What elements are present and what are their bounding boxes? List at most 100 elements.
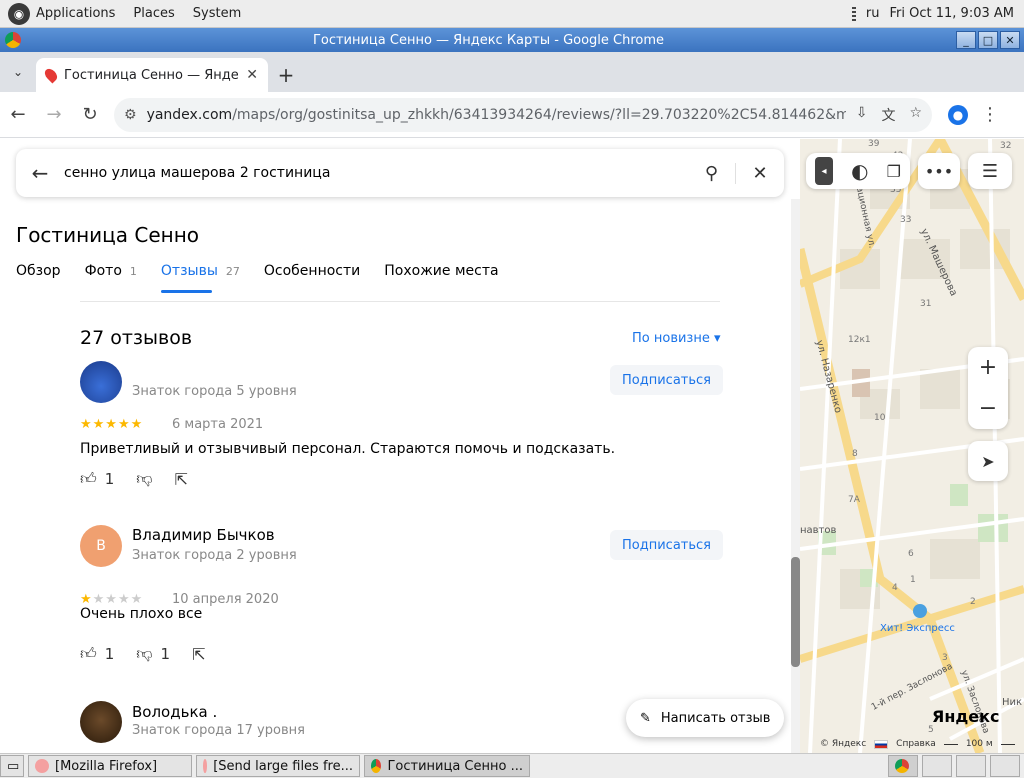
tab-search-chevron-icon[interactable]: ⌄	[0, 54, 36, 90]
tab-features[interactable]: Особенности	[264, 263, 360, 293]
write-review-button[interactable]: ✎ Написать отзыв	[626, 699, 785, 737]
house-number: 3	[942, 653, 948, 663]
map-help-link[interactable]: Справка	[896, 739, 936, 749]
translate-icon[interactable]: 文	[881, 105, 895, 125]
tab-label: Обзор	[16, 263, 61, 279]
reviewer-name[interactable]: Владимир Бычков	[132, 526, 275, 544]
review-item: Знаток города 5 уровня Подписаться ★★★★★…	[80, 361, 723, 495]
gnome-logo-icon[interactable]: ◉	[8, 2, 30, 25]
workspace-1[interactable]	[888, 755, 918, 777]
tab-count: 1	[129, 265, 137, 278]
avatar[interactable]	[80, 701, 122, 743]
dislike-count: 1	[160, 645, 171, 663]
like-count: 1	[104, 645, 115, 663]
reload-button[interactable]: ↻	[72, 97, 108, 133]
close-window-button[interactable]: ✕	[1000, 31, 1020, 49]
house-number: 2	[970, 597, 976, 607]
subscribe-button[interactable]: Подписаться	[610, 530, 723, 560]
collapse-panel-icon[interactable]: ◂	[815, 157, 834, 185]
maximize-button[interactable]: □	[978, 31, 998, 49]
subscribe-button[interactable]: Подписаться	[610, 365, 723, 395]
taskbar-item-firefox[interactable]: [Mozilla Firefox]	[28, 755, 192, 777]
share-icon: ⇱	[174, 469, 188, 489]
write-review-label: Написать отзыв	[660, 710, 771, 726]
thumbs-down-icon: 👎︎	[136, 644, 153, 663]
avatar[interactable]: В	[80, 525, 122, 567]
locate-me-icon[interactable]: ➤	[968, 441, 1008, 481]
tab-reviews[interactable]: Отзывы 27	[160, 263, 240, 293]
bookmark-star-icon[interactable]: ☆	[909, 105, 922, 125]
dislike-button[interactable]: 👎︎	[136, 469, 152, 489]
new-tab-button[interactable]: +	[268, 58, 304, 92]
tab-overview[interactable]: Обзор	[16, 263, 61, 293]
taskbar-item-send-files[interactable]: [Send large files fre...	[196, 755, 360, 777]
search-bar[interactable]: ← сенно улица машерова 2 гостиница ⚲ ✕	[16, 149, 784, 197]
scrollbar-thumb[interactable]	[791, 557, 800, 667]
workspace-2[interactable]	[922, 755, 952, 777]
profile-icon[interactable]: ●	[948, 104, 968, 125]
tab-strip: ⌄ Гостиница Сенно — Яндекс ✕ +	[0, 52, 1024, 92]
house-number: 4	[892, 583, 898, 593]
map-copyright[interactable]: © Яндекс	[820, 739, 866, 749]
sidebar-scrollbar[interactable]	[791, 199, 800, 753]
site-info-icon[interactable]: ⚙	[124, 107, 137, 123]
house-number: 31	[920, 299, 932, 309]
taskbar-item-chrome[interactable]: Гостиница Сенно ...	[364, 755, 530, 777]
share-button[interactable]: ⇱	[175, 470, 188, 489]
house-number: 39	[868, 139, 880, 149]
tab-similar[interactable]: Похожие места	[384, 263, 498, 293]
house-number: 8	[852, 449, 858, 459]
sidebar-panel: ← сенно улица машерова 2 гостиница ⚲ ✕ Г…	[0, 139, 800, 753]
workspace-4[interactable]	[990, 755, 1020, 777]
rating-stars: ★★★★★	[80, 417, 144, 432]
thumbs-down-icon: 👎︎	[136, 469, 153, 488]
applications-menu[interactable]: Applications	[36, 6, 115, 21]
thumbs-up-icon: 👍︎	[80, 469, 97, 488]
zoom-out-button[interactable]: −	[979, 396, 997, 421]
close-tab-icon[interactable]: ✕	[246, 67, 258, 83]
forward-button[interactable]: →	[36, 97, 72, 133]
clock[interactable]: Fri Oct 11, 9:03 AM	[890, 6, 1014, 21]
hamburger-menu-icon[interactable]: ☰	[968, 153, 1012, 189]
tab-photo[interactable]: Фото 1	[85, 263, 137, 293]
zoom-in-button[interactable]: +	[979, 355, 997, 380]
share-button[interactable]: ⇱	[192, 645, 205, 664]
search-input[interactable]: сенно улица машерова 2 гостиница	[64, 165, 688, 181]
like-button[interactable]: 👍︎ 1	[80, 644, 114, 664]
poi-label[interactable]: Хит! Экспресс	[880, 623, 955, 634]
like-button[interactable]: 👍︎ 1	[80, 469, 114, 489]
tab-label: Особенности	[263, 263, 361, 279]
minimize-button[interactable]: _	[956, 31, 976, 49]
places-menu[interactable]: Places	[133, 6, 174, 21]
review-date: 10 апреля 2020	[172, 592, 279, 607]
yandex-logo-text: Яндекс	[932, 707, 1000, 726]
panorama-icon[interactable]: ◐	[851, 159, 868, 183]
sort-dropdown[interactable]: По новизне ▾	[632, 331, 721, 346]
scale-bar	[1000, 743, 1015, 745]
workspace-3[interactable]	[956, 755, 986, 777]
dislike-button[interactable]: 👎︎ 1	[136, 644, 170, 664]
more-options-icon[interactable]: •••	[918, 153, 960, 189]
pencil-icon: ✎	[640, 710, 651, 726]
avatar[interactable]	[80, 361, 122, 403]
url-text[interactable]: yandex.com/maps/org/gostinitsa_up_zhkkh/…	[147, 107, 846, 123]
taskbar-label: [Mozilla Firefox]	[55, 758, 158, 774]
layers-icon[interactable]: ❐	[887, 162, 901, 181]
clear-search-icon[interactable]: ✕	[736, 163, 784, 184]
system-menu[interactable]: System	[193, 6, 241, 21]
chrome-menu-icon[interactable]: ⋮	[981, 97, 999, 133]
reviewer-name[interactable]: Володька .	[132, 703, 217, 721]
back-button[interactable]: ←	[0, 97, 36, 133]
house-number: 1	[910, 575, 916, 585]
house-number: 5	[928, 725, 934, 735]
search-icon[interactable]: ⚲	[688, 162, 736, 184]
address-bar[interactable]: ⚙ yandex.com/maps/org/gostinitsa_up_zhkk…	[114, 97, 932, 132]
search-back-icon[interactable]: ←	[16, 161, 64, 185]
install-app-icon[interactable]: ⇩	[856, 105, 868, 125]
keyboard-layout-indicator[interactable]: ru	[866, 6, 880, 21]
tab-label: Фото	[84, 263, 122, 279]
show-desktop-icon[interactable]: ▭	[0, 755, 24, 777]
firefox-icon	[203, 759, 208, 773]
map-view[interactable]: ул. Машерова ул. Назаренко Авиационная у…	[800, 139, 1024, 753]
tab-yandex-maps[interactable]: Гостиница Сенно — Яндекс ✕	[36, 58, 268, 92]
